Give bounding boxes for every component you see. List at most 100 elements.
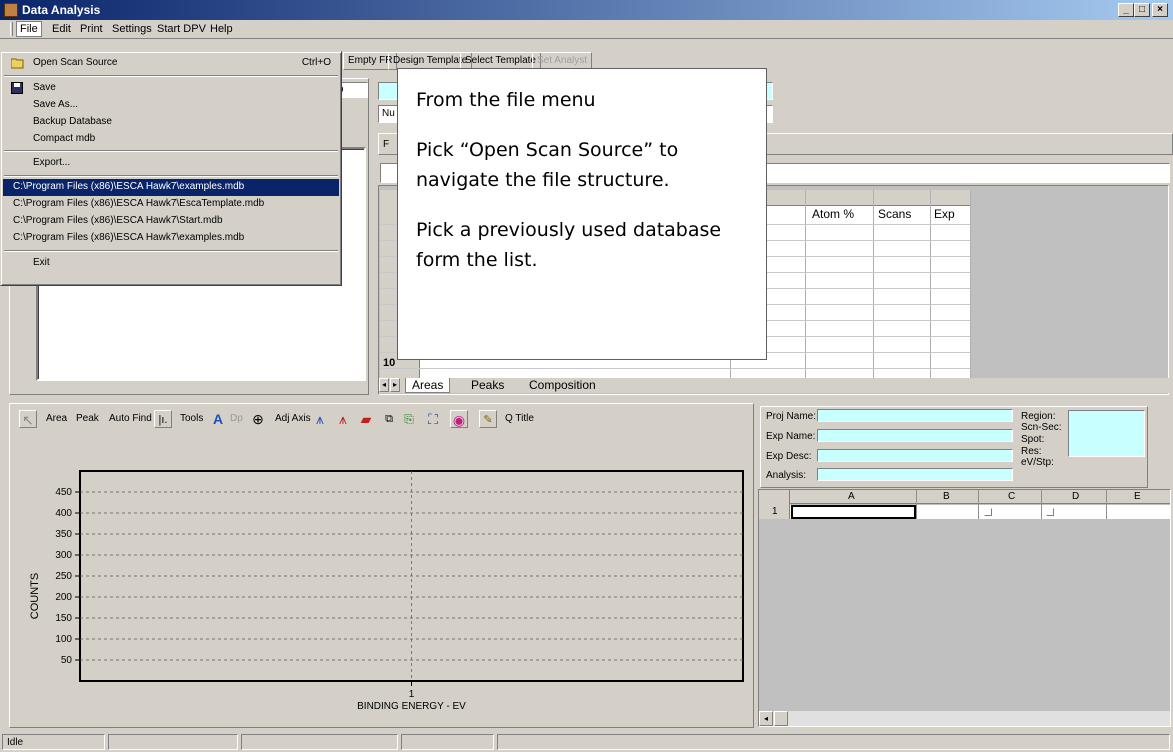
spot-label: Spot: <box>1021 434 1045 445</box>
tab-scroll-left-icon[interactable]: ◂ <box>379 378 389 392</box>
proj-name-label: Proj Name: <box>766 411 817 422</box>
dp-button[interactable]: Dp <box>230 413 243 424</box>
peak-up-icon[interactable]: ⩚ <box>311 410 329 428</box>
exp-desc-field[interactable] <box>817 449 1013 462</box>
proj-name-field[interactable] <box>817 409 1013 422</box>
y-tick-label: 350 <box>55 529 72 540</box>
chart-settings-icon[interactable]: ⛶ <box>424 410 442 428</box>
col-e-header[interactable]: E <box>1134 491 1141 502</box>
peak-down-icon[interactable]: ⩚ <box>334 410 352 428</box>
open-folder-icon <box>10 57 25 69</box>
tools-button[interactable]: Tools <box>180 413 203 424</box>
printer-icon[interactable]: ▰ <box>357 410 375 428</box>
menu-separator <box>4 250 338 252</box>
y-tick-label: 450 <box>55 487 72 498</box>
exp-desc-label: Exp Desc: <box>766 451 812 462</box>
menu-exit[interactable]: Exit <box>3 255 339 272</box>
menu-bar: File Edit Print Settings Start DPV Help <box>0 20 1173 38</box>
menu-open-scan-source[interactable]: Open Scan Source Ctrl+O <box>3 55 339 72</box>
callout-line-1: From the file menu <box>416 89 596 111</box>
results-sheet[interactable] <box>758 489 1171 727</box>
edit-pencil-icon[interactable]: ✎ <box>479 410 497 428</box>
menu-save-as[interactable]: Save As... <box>3 97 339 114</box>
exp-name-label: Exp Name: <box>766 431 816 442</box>
y-tick-label: 100 <box>55 634 72 645</box>
close-button[interactable]: × <box>1152 3 1168 17</box>
y-tick-label: 300 <box>55 550 72 561</box>
menu-file[interactable]: File <box>16 21 42 37</box>
region-info-box[interactable] <box>1068 410 1145 457</box>
text-style-icon[interactable]: A <box>209 410 227 428</box>
x-axis-label: BINDING ENERGY - EV <box>357 701 466 712</box>
sheet-col-line <box>978 490 979 519</box>
results-sheet-header <box>759 490 1170 504</box>
spectrum-chart[interactable]: 450 400 350 300 250 200 150 100 50 1BINDING ENERG… <box>13 433 750 725</box>
auto-find-button[interactable]: Auto Find <box>109 413 152 424</box>
menu-export[interactable]: Export... <box>3 155 339 172</box>
menu-help[interactable]: Help <box>210 23 233 35</box>
y-tick-label: 250 <box>55 571 72 582</box>
selected-cell[interactable] <box>791 505 916 519</box>
window-title: Data Analysis <box>22 3 101 17</box>
col-d-header[interactable]: D <box>1072 491 1079 502</box>
grid-row-line <box>380 368 970 369</box>
checkbox-c1[interactable] <box>984 508 992 516</box>
menu-separator <box>4 150 338 152</box>
col-c-header[interactable]: C <box>1008 491 1015 502</box>
column-header-exp[interactable]: Exp <box>934 207 955 221</box>
open-shortcut: Ctrl+O <box>301 57 331 68</box>
tab-composition[interactable]: Composition <box>523 378 602 392</box>
tab-peaks[interactable]: Peaks <box>465 378 510 392</box>
area-button[interactable]: Area <box>46 413 67 424</box>
y-tick-label: 400 <box>55 508 72 519</box>
zoom-in-icon[interactable]: ⊕ <box>249 410 267 428</box>
copy-icon[interactable]: ⧉ <box>380 410 398 428</box>
grid-col-line <box>970 190 971 380</box>
status-bar: Idle <box>0 731 1173 752</box>
tab-areas[interactable]: Areas <box>405 378 451 393</box>
menu-edit[interactable]: Edit <box>52 23 71 35</box>
tab-scroll-right-icon[interactable]: ▸ <box>390 378 400 392</box>
col-a-header[interactable]: A <box>848 491 855 502</box>
menu-start-dpv[interactable]: Start DPV <box>157 23 206 35</box>
peak-button[interactable]: Peak <box>76 413 99 424</box>
pointer-icon[interactable]: ↖ <box>19 410 37 428</box>
menu-compact-mdb[interactable]: Compact mdb <box>3 131 339 148</box>
scroll-thumb[interactable] <box>774 711 788 726</box>
recent-file-3[interactable]: C:\Program Files (x86)\ESCA Hawk7\Start.… <box>3 213 339 230</box>
color-palette-icon[interactable]: ◉ <box>450 410 468 428</box>
menu-save-label: Save <box>33 82 56 93</box>
scroll-left-icon[interactable]: ◂ <box>759 711 773 726</box>
sheet-col-line <box>1041 490 1042 519</box>
file-menu-dropdown: Open Scan Source Ctrl+O Save Save As... … <box>0 51 342 286</box>
col-b-header[interactable]: B <box>943 491 950 502</box>
menu-save[interactable]: Save <box>3 80 339 97</box>
adj-axis-button[interactable]: Adj Axis <box>275 413 311 424</box>
analysis-field[interactable] <box>817 468 1013 481</box>
recent-file-1[interactable]: C:\Program Files (x86)\ESCA Hawk7\exampl… <box>3 179 339 196</box>
minimize-button[interactable]: _ <box>1118 3 1134 17</box>
instruction-callout: From the file menu Pick “Open Scan Sourc… <box>397 68 767 360</box>
menubar-grip <box>10 22 13 36</box>
menu-backup-database[interactable]: Backup Database <box>3 114 339 131</box>
recent-file-2[interactable]: C:\Program Files (x86)\ESCA Hawk7\EscaTe… <box>3 196 339 213</box>
exp-name-field[interactable] <box>817 429 1013 442</box>
recent-file-4[interactable]: C:\Program Files (x86)\ESCA Hawk7\exampl… <box>3 230 339 247</box>
status-pane <box>108 734 238 750</box>
bar-chart-icon[interactable]: |ı. <box>154 410 172 428</box>
sheet-col-line <box>916 490 917 519</box>
menu-print[interactable]: Print <box>80 23 103 35</box>
maximize-button[interactable]: □ <box>1134 3 1150 17</box>
analysis-label: Analysis: <box>766 470 807 481</box>
x-tick-label: 1 <box>409 689 415 700</box>
column-header-scans[interactable]: Scans <box>878 207 911 221</box>
res-label: Res: <box>1021 446 1042 457</box>
column-header-atom-percent[interactable]: Atom % <box>812 207 854 221</box>
horizontal-scrollbar[interactable]: ◂ <box>759 711 1170 726</box>
menu-separator <box>4 75 338 77</box>
menu-settings[interactable]: Settings <box>112 23 152 35</box>
checkbox-d1[interactable] <box>1046 508 1054 516</box>
callout-line-3: Pick a previously used database form the… <box>416 219 722 271</box>
paste-icon[interactable]: ⎘ <box>400 410 418 428</box>
q-title-button[interactable]: Q Title <box>505 413 534 424</box>
